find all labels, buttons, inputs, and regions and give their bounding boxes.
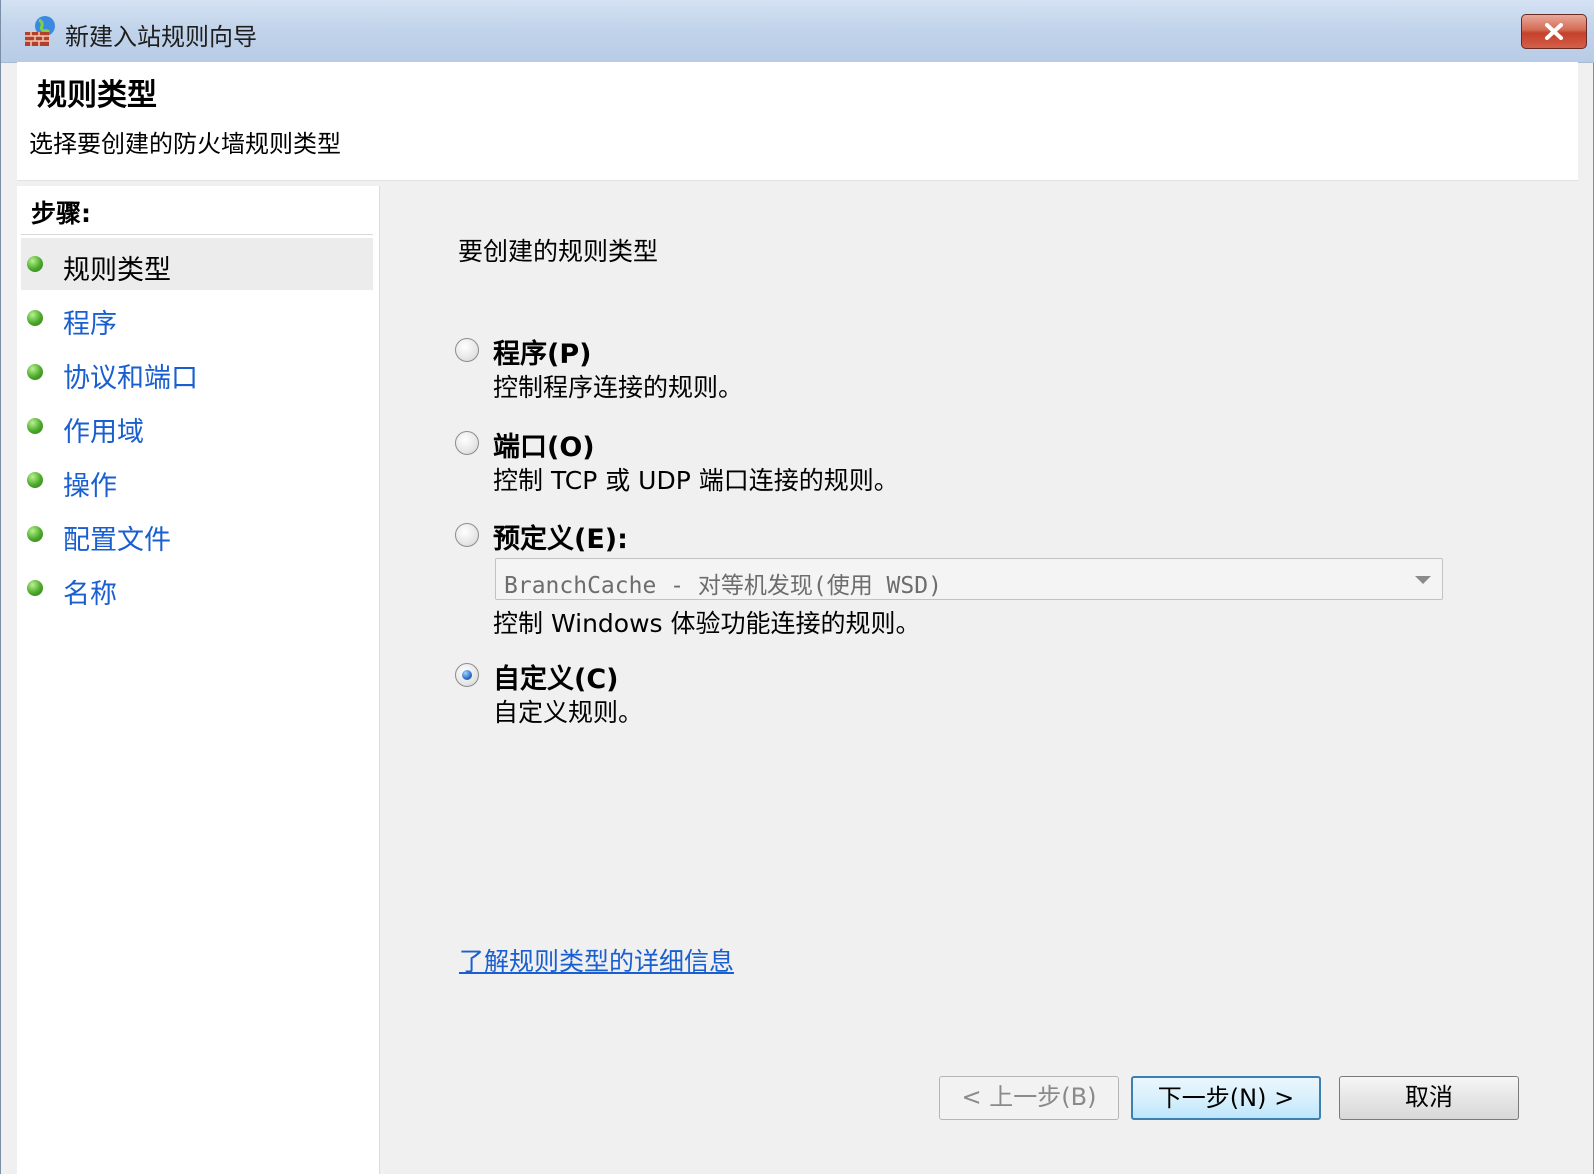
select-value: BranchCache - 对等机发现(使用 WSD) [504, 573, 942, 599]
page-subtitle: 选择要创建的防火墙规则类型 [29, 130, 341, 158]
option-label[interactable]: 自定义(C) [493, 657, 619, 696]
step-rule-type[interactable]: 规则类型 [21, 238, 373, 290]
content-pane: 要创建的规则类型 程序(P) 控制程序连接的规则。 端口(O) 控制 TCP 或… [381, 186, 1578, 1174]
step-bullet-icon [27, 526, 43, 542]
option-label[interactable]: 端口(O) [493, 425, 595, 464]
wizard-header: 规则类型 选择要创建的防火墙规则类型 [17, 62, 1578, 181]
next-button[interactable]: 下一步(N) > [1131, 1076, 1321, 1120]
step-bullet-icon [27, 418, 43, 434]
close-icon [1545, 23, 1563, 40]
step-label: 配置文件 [63, 525, 171, 556]
step-label: 操作 [63, 471, 117, 502]
close-button[interactable] [1521, 14, 1587, 49]
step-label: 名称 [63, 579, 117, 610]
step-bullet-icon [27, 472, 43, 488]
option-description: 控制程序连接的规则。 [493, 373, 744, 402]
wizard-window: 新建入站规则向导 规则类型 选择要创建的防火墙规则类型 步骤: 规则类型 程序 … [0, 0, 1594, 1174]
step-action[interactable]: 操作 [21, 454, 373, 506]
step-profile[interactable]: 配置文件 [21, 508, 373, 560]
radio-port[interactable] [455, 431, 479, 455]
steps-title: 步骤: [31, 199, 91, 228]
option-description: 控制 TCP 或 UDP 端口连接的规则。 [493, 466, 899, 495]
step-program[interactable]: 程序 [21, 292, 373, 344]
step-label: 协议和端口 [63, 363, 198, 394]
step-bullet-icon [27, 310, 43, 326]
step-label: 作用域 [63, 417, 144, 448]
option-description: 控制 Windows 体验功能连接的规则。 [493, 609, 921, 638]
radio-program[interactable] [455, 338, 479, 362]
step-protocol-port[interactable]: 协议和端口 [21, 346, 373, 398]
firewall-globe-icon [23, 14, 57, 48]
back-button[interactable]: < 上一步(B) [939, 1076, 1119, 1120]
rule-type-heading: 要创建的规则类型 [458, 237, 659, 266]
page-title: 规则类型 [37, 78, 157, 113]
step-label: 程序 [63, 309, 117, 340]
cancel-button[interactable]: 取消 [1339, 1076, 1519, 1120]
step-bullet-icon [27, 364, 43, 380]
step-bullet-icon [27, 580, 43, 596]
step-bullet-icon [27, 256, 43, 272]
option-label[interactable]: 程序(P) [493, 332, 591, 371]
option-description: 自定义规则。 [493, 698, 644, 727]
step-scope[interactable]: 作用域 [21, 400, 373, 452]
learn-more-link[interactable]: 了解规则类型的详细信息 [459, 942, 734, 978]
chevron-down-icon [1415, 576, 1431, 584]
step-label: 规则类型 [63, 255, 171, 286]
step-name[interactable]: 名称 [21, 562, 373, 614]
steps-pane: 步骤: 规则类型 程序 协议和端口 作用域 操作 配置文件 名称 [17, 186, 380, 1174]
radio-custom[interactable] [455, 663, 479, 687]
window-title: 新建入站规则向导 [65, 23, 257, 51]
option-label[interactable]: 预定义(E): [493, 517, 628, 556]
radio-predefined[interactable] [455, 523, 479, 547]
predefined-rule-select[interactable]: BranchCache - 对等机发现(使用 WSD) [495, 558, 1443, 600]
steps-divider [21, 234, 373, 235]
title-bar[interactable]: 新建入站规则向导 [1, 0, 1594, 63]
